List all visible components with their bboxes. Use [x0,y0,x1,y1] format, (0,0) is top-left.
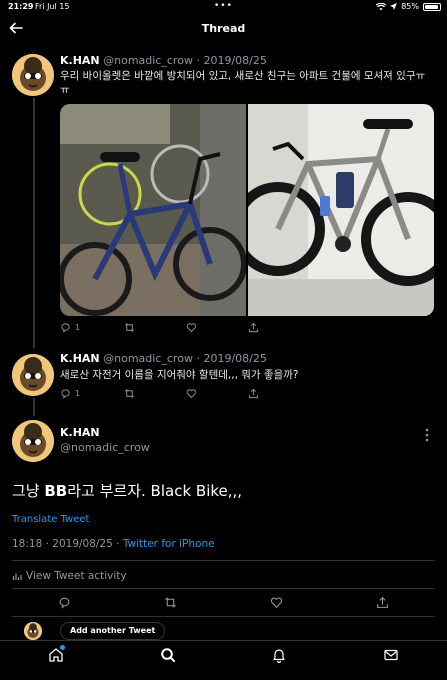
battery-percent: 85% [401,2,419,11]
reply-button[interactable]: 1 [60,322,124,333]
like-button[interactable] [186,388,248,399]
more-options-icon[interactable] [425,428,429,442]
avatar[interactable] [12,420,54,462]
share-icon [377,596,388,608]
divider [12,588,435,589]
share-button[interactable] [248,388,259,399]
status-bar: 21:29 Fri Jul 15 ••• 85% [0,0,447,14]
page-title: Thread [201,22,246,35]
author-handle[interactable]: @nomadic_crow [60,441,150,454]
divider [12,560,435,561]
multitasking-dots-icon[interactable]: ••• [214,1,233,11]
retweet-icon [165,597,176,608]
reply-count: 1 [75,389,81,398]
nav-header: Thread [0,14,447,46]
author-name[interactable]: K.HAN [60,54,100,67]
bike-photo-right[interactable] [231,104,434,316]
reply-icon [61,389,70,399]
search-icon[interactable] [160,647,176,663]
reply-button[interactable]: 1 [60,388,124,399]
tweet-text: 우리 바이올렛은 바깥에 방치되어 있고, 새로산 친구는 아파트 건물에 모셔… [60,69,440,97]
thread-connector [33,98,35,348]
author-handle[interactable]: @nomadic_crow [103,54,193,67]
tweet-date[interactable]: · 2019/08/25 [196,54,266,67]
share-button[interactable] [376,596,389,609]
tweet-actions: 1 [60,322,259,333]
tweet-media [60,104,434,316]
translate-tweet-link[interactable]: Translate Tweet [12,514,89,525]
tweet-date[interactable]: · 2019/08/25 [196,352,266,365]
avatar[interactable] [12,354,54,396]
reply-icon [61,323,70,333]
retweet-button[interactable] [124,388,186,399]
status-date: Fri Jul 15 [35,2,70,11]
main-tweet-actions [58,596,389,609]
tweet-author-row: K.HAN @nomadic_crow · 2019/08/25 [60,54,267,67]
heart-icon [186,323,197,333]
author-name[interactable]: K.HAN [60,352,100,365]
tweet-meta: 18:18 · 2019/08/25 · Twitter for iPhone [12,538,215,550]
main-tweet-text: 그냥 BB라고 부르자. Black Bike,,, [12,480,242,501]
tweet-source-link[interactable]: Twitter for iPhone [123,538,215,550]
avatar[interactable] [24,622,42,640]
main-tweet-text-part: 그냥 [12,482,45,500]
tweet-actions: 1 [60,388,259,399]
share-button[interactable] [248,322,259,333]
notification-dot [60,645,65,650]
tweet-text-line: ㅠ [60,84,70,96]
reply-icon [59,597,70,609]
wifi-icon [376,2,387,10]
divider [12,616,435,617]
avatar[interactable] [12,54,54,96]
mail-icon[interactable] [383,647,399,663]
tweet-text: 새로산 자전거 이름을 지어줘야 할텐데,,, 뭐가 좋을까? [60,369,299,381]
tweet-activity-label: View Tweet activity [26,570,127,582]
location-icon [390,3,398,10]
status-time: 21:29 [8,2,34,11]
bottom-tab-bar [0,640,447,680]
bike-photo-left[interactable] [60,104,247,316]
retweet-button[interactable] [164,596,270,609]
heart-icon [186,389,197,399]
share-icon [248,388,259,399]
retweet-button[interactable] [124,322,186,333]
retweet-icon [125,323,134,332]
main-tweet-text-part: 라고 부르자. Black Bike,,, [67,482,243,500]
retweet-icon [125,389,134,398]
thread-connector [33,398,35,416]
bell-icon[interactable] [271,647,287,663]
author-handle[interactable]: @nomadic_crow [103,352,193,365]
add-another-tweet-button[interactable]: Add another Tweet [60,622,166,640]
share-icon [248,322,259,333]
battery-icon [423,2,441,11]
like-button[interactable] [270,596,376,609]
author-name[interactable]: K.HAN [60,426,100,439]
like-button[interactable] [186,322,248,333]
tweet-timestamp: 18:18 · 2019/08/25 · [12,538,123,550]
reply-button[interactable] [58,596,164,609]
reply-count: 1 [75,323,81,332]
heart-icon [270,597,283,609]
tweet-activity-link[interactable]: View Tweet activity [12,570,127,582]
main-tweet-text-bold: BB [44,482,68,500]
analytics-icon [12,573,22,580]
tweet-author-row: K.HAN @nomadic_crow · 2019/08/25 [60,352,267,365]
tweet-text-line: 우리 바이올렛은 바깥에 방치되어 있고, 새로산 친구는 아파트 건물에 모셔… [60,70,426,82]
